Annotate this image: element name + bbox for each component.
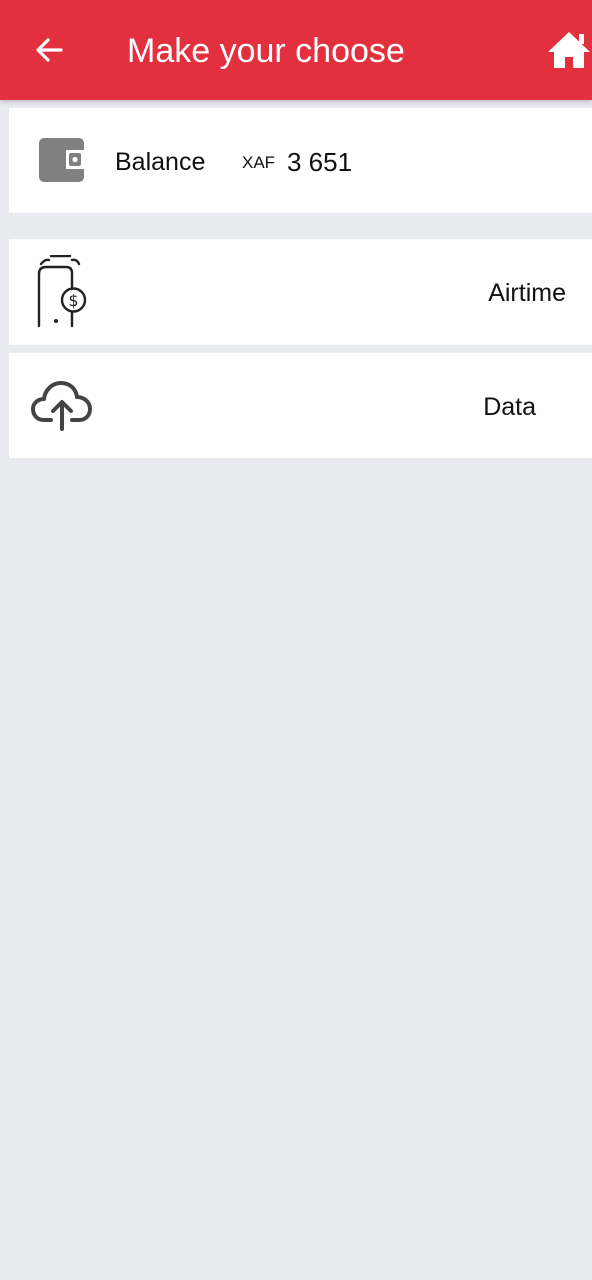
cloud-upload-icon xyxy=(31,379,93,431)
service-label-data: Data xyxy=(483,393,536,421)
balance-amount: 3 651 xyxy=(287,147,353,177)
currency-code: XAF xyxy=(242,153,276,172)
balance-label: Balance xyxy=(115,148,206,176)
arrow-left-icon xyxy=(36,38,63,62)
wallet-icon xyxy=(38,136,86,184)
home-button[interactable] xyxy=(546,27,592,73)
page-title: Make your choose xyxy=(127,32,405,70)
back-button[interactable] xyxy=(27,28,71,72)
app-bar: Make your choose xyxy=(0,0,592,100)
phone-coin-icon: $ xyxy=(36,255,92,329)
balance-card: Balance XAF 3 651 xyxy=(9,108,592,213)
svg-text:$: $ xyxy=(68,291,78,310)
service-label-airtime: Airtime xyxy=(488,279,566,307)
home-icon xyxy=(548,32,590,68)
service-airtime[interactable]: $ Airtime xyxy=(9,239,592,345)
service-data[interactable]: Data xyxy=(9,353,592,458)
